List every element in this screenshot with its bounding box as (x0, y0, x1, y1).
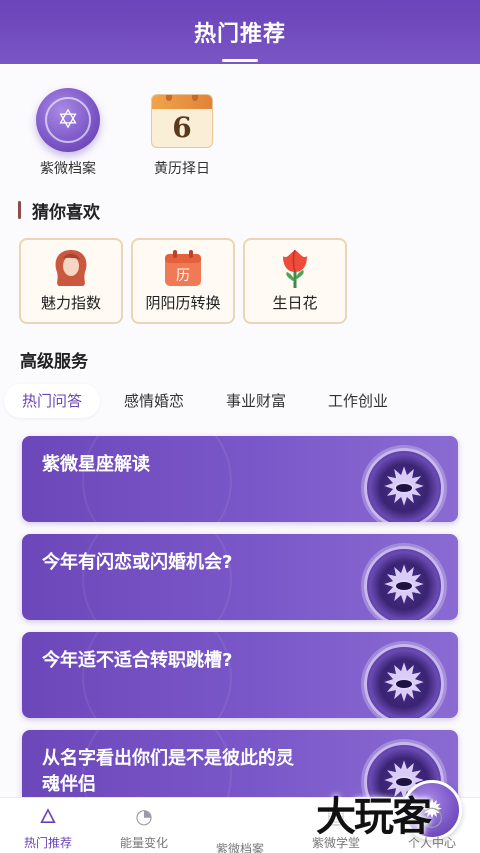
services-section-title: 高级服务 (20, 352, 88, 372)
tabbar-item-hot[interactable]: 🜂 热门推荐 (0, 804, 96, 851)
tab-work-startup[interactable]: 工作创业 (310, 384, 406, 418)
star-of-david-icon: ✡ (36, 88, 100, 152)
tab-love-marriage[interactable]: 感情婚恋 (106, 384, 202, 418)
shortcut-label: 黄历择日 (154, 161, 210, 177)
calendar-convert-glyph: 历 (176, 268, 190, 284)
top-header: 热门推荐 (0, 0, 480, 64)
guess-card-label: 生日花 (272, 294, 318, 312)
shortcut-ziwei-archive[interactable]: ✡ 紫微档案 (18, 88, 118, 178)
tulip-icon (273, 248, 317, 288)
main-content[interactable]: ✡ 紫微档案 6 黄历择日 猜你喜欢 魅力指数 历 阴阳历转换 生日花 高级服务… (0, 64, 480, 797)
tabbar-label: 能量变化 (119, 836, 168, 850)
flame-icon: 🜂 (39, 804, 57, 828)
service-card[interactable]: 今年有闪恋或闪婚机会? ✹ (22, 534, 458, 620)
compass-icon: ✹ (364, 644, 444, 718)
service-card[interactable]: 紫微星座解读 ✹ (22, 436, 458, 522)
service-card-title: 今年适不适合转职跳槽? (42, 650, 233, 671)
tabbar-label: 热门推荐 (23, 836, 72, 850)
guess-card-calendar-convert[interactable]: 历 阴阳历转换 (131, 238, 235, 324)
guess-card-label: 阴阳历转换 (145, 294, 221, 312)
service-card-title: 今年有闪恋或闪婚机会? (42, 552, 233, 573)
page-title: 热门推荐 (193, 22, 286, 47)
watermark-logo: 大玩客 (316, 793, 432, 840)
title-underline (222, 59, 258, 62)
service-tabs: 热门问答 感情婚恋 事业财富 工作创业 (0, 384, 480, 418)
service-card[interactable]: 今年适不适合转职跳槽? ✹ (22, 632, 458, 718)
gauge-icon: ◔ (135, 804, 153, 828)
guess-section-title: 猜你喜欢 (32, 203, 100, 223)
service-card-title: 紫微星座解读 (42, 454, 150, 475)
calendar-icon: 6 (151, 94, 213, 148)
tab-career-wealth[interactable]: 事业财富 (208, 384, 304, 418)
calendar-convert-icon: 历 (161, 248, 205, 288)
compass-icon: ✹ (364, 546, 444, 620)
compass-icon: ✹ (364, 448, 444, 522)
section-marker (18, 201, 21, 219)
guess-card-label: 魅力指数 (40, 294, 101, 312)
guess-card-charm[interactable]: 魅力指数 (19, 238, 123, 324)
service-card-title: 从名字看出你们是不是彼此的灵魂伴侣 (42, 748, 294, 795)
calendar-number: 6 (172, 111, 192, 144)
tabbar-item-energy[interactable]: ◔ 能量变化 (96, 804, 192, 851)
tabbar-label: 紫微档案 (215, 842, 264, 853)
woman-hair-icon (49, 248, 93, 288)
shortcut-almanac[interactable]: 6 黄历择日 (132, 88, 232, 178)
tabbar-item-ziwei-archive[interactable]: ✹ 紫微档案 (192, 780, 462, 853)
shortcut-label: 紫微档案 (40, 161, 96, 177)
guess-card-birthday-flower[interactable]: 生日花 (243, 238, 347, 324)
tab-hot-qa[interactable]: 热门问答 (4, 384, 100, 418)
